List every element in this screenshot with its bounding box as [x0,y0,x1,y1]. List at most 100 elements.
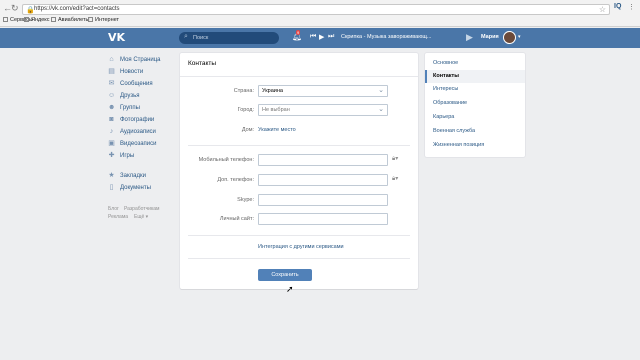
privacy-lock-icon[interactable]: 🔒︎▾ [392,155,398,163]
home-phone-input[interactable] [258,174,388,186]
video-icon: ▣ [108,140,115,147]
sidebar-item-video[interactable]: ▣ Видеозаписи [108,138,157,149]
bookmark-label: Авиабилеты [58,17,90,23]
news-icon: ▤ [108,68,115,75]
bookmark-internet[interactable]: Интернет [88,17,119,23]
mobile-phone-label: Мобильный телефон: [198,157,254,163]
star-icon: ★ [108,172,115,179]
settings-menu: Основное Контакты Интересы Образование К… [425,53,525,157]
user-icon: ☺ [108,92,116,99]
menu-item-career[interactable]: Карьера [425,111,525,124]
browser-chrome: ← ↻ 🔒 https://vk.com/edit?act=contacts ☆… [0,0,640,27]
sidebar-item-label: Моя Страница [120,56,161,63]
menu-item-basic[interactable]: Основное [425,57,525,70]
user-name[interactable]: Мария [481,34,499,40]
home-phone-label: Доп. телефон: [217,177,254,183]
mobile-phone-input[interactable] [258,154,388,166]
sidebar-item-label: Фотографии [120,116,155,123]
sidebar-item-documents[interactable]: ▯ Документы [108,182,151,193]
home-icon: ⌂ [109,56,114,63]
country-label: Страна: [233,88,254,94]
menu-icon[interactable]: ⋮ [628,3,635,11]
search-input[interactable]: ⌕ Поиск [179,32,279,44]
privacy-lock-icon[interactable]: 🔒︎▾ [392,175,398,183]
sidebar-item-photos[interactable]: ◙ Фотографии [108,114,154,125]
sidebar-item-label: Новости [120,68,144,75]
sidebar-item-news[interactable]: ▤ Новости [108,66,143,77]
play-icon[interactable]: ▶ [319,33,324,41]
footer-link-ads[interactable]: Реклама [108,214,128,220]
sidebar-item-friends[interactable]: ☺ Друзья [108,90,139,101]
divider [188,258,410,259]
search-icon: ⌕ [184,33,188,40]
star-icon[interactable]: ☆ [599,5,606,14]
menu-item-contacts[interactable]: Контакты [425,70,525,83]
mouse-cursor-icon: ➚ [286,284,294,294]
chevron-down-icon: ⌄ [378,87,384,94]
chevron-down-icon[interactable]: ▾ [518,34,521,40]
divider [188,145,410,146]
save-button[interactable]: Сохранить [258,269,312,281]
home-place-link[interactable]: Укажите место [258,127,296,133]
sidebar-item-groups[interactable]: ☻ Группы [108,102,140,113]
reload-icon[interactable]: ↻ [11,3,19,14]
home-label: Дом: [241,127,254,133]
sidebar-item-messages[interactable]: ✉ Сообщения [108,78,153,89]
country-value: Украина [262,88,283,94]
groups-icon: ☻ [108,104,116,111]
gamepad-icon: ✚ [108,152,115,159]
message-icon: ✉ [108,80,115,87]
sidebar-item-audio[interactable]: ♪ Аудиозаписи [108,126,156,137]
menu-item-life-position[interactable]: Жизненная позиция [425,139,525,152]
music-icon: ♪ [109,128,114,135]
sidebar-item-label: Друзья [120,92,140,99]
prev-track-icon[interactable]: ⏮ [310,33,316,41]
footer-link-dev[interactable]: Разработчикам [124,206,160,212]
country-select[interactable]: Украина ⌄ [258,85,388,97]
divider [180,76,418,77]
menu-item-military[interactable]: Военная служба [425,125,525,138]
address-bar[interactable]: 🔒 https://vk.com/edit?act=contacts ☆ [22,4,610,15]
search-placeholder: Поиск [193,35,209,41]
menu-item-education[interactable]: Образование [425,97,525,110]
footer-more-label: Ещё [134,214,145,220]
bookmark-label: Яндекс [31,17,50,23]
footer-link-blog[interactable]: Блог [108,206,119,212]
bookmark-avia[interactable]: Авиабилеты [51,17,90,23]
sidebar-item-label: Документы [120,184,151,191]
sidebar-item-games[interactable]: ✚ Игры [108,150,135,161]
url-text: https://vk.com/edit?act=contacts [34,6,120,12]
page-icon [24,17,29,22]
sidebar-item-label: Сообщения [120,80,153,87]
avatar[interactable] [503,31,516,44]
sidebar-item-label: Игры [120,152,135,159]
page-icon [51,17,56,22]
menu-item-interests[interactable]: Интересы [425,83,525,96]
bookmark-label: Интернет [95,17,119,23]
current-track[interactable]: Скрипка - Музыка завораживающ... [341,34,431,40]
vk-logo[interactable]: VK [108,31,125,44]
vk-header: VK ⌕ Поиск 🔔︎ 9 ⏮ ▶ ⏭ Скрипка - Музыка за… [0,28,640,48]
next-track-icon[interactable]: ⏭ [328,33,334,41]
bookmark-yandex[interactable]: Яндекс [24,17,50,23]
footer-link-more[interactable]: Ещё ▾ [134,214,148,220]
sidebar-item-bookmarks[interactable]: ★ Закладки [108,170,146,181]
divider [188,235,410,236]
document-icon: ▯ [109,184,114,191]
page-title: Контакты [188,60,217,67]
notification-badge: 9 [296,30,301,35]
sidebar-item-label: Видеозаписи [120,140,157,147]
apps-icon [3,17,8,22]
bell-icon[interactable]: 🔔︎ 9 [292,30,302,41]
extension-icon[interactable]: IQ [614,3,621,10]
player-play-icon[interactable]: ▶ [466,32,473,43]
city-label: Город: [237,107,254,113]
page-icon [88,17,93,22]
skype-input[interactable] [258,194,388,206]
website-input[interactable] [258,213,388,225]
city-value: Не выбран [262,107,290,113]
integration-link[interactable]: Интеграция с другими сервисами [258,244,344,250]
city-select[interactable]: Не выбран ⌄ [258,104,388,116]
sidebar-item-my-page[interactable]: ⌂ Моя Страница [108,54,161,65]
website-label: Личный сайт: [219,216,254,222]
